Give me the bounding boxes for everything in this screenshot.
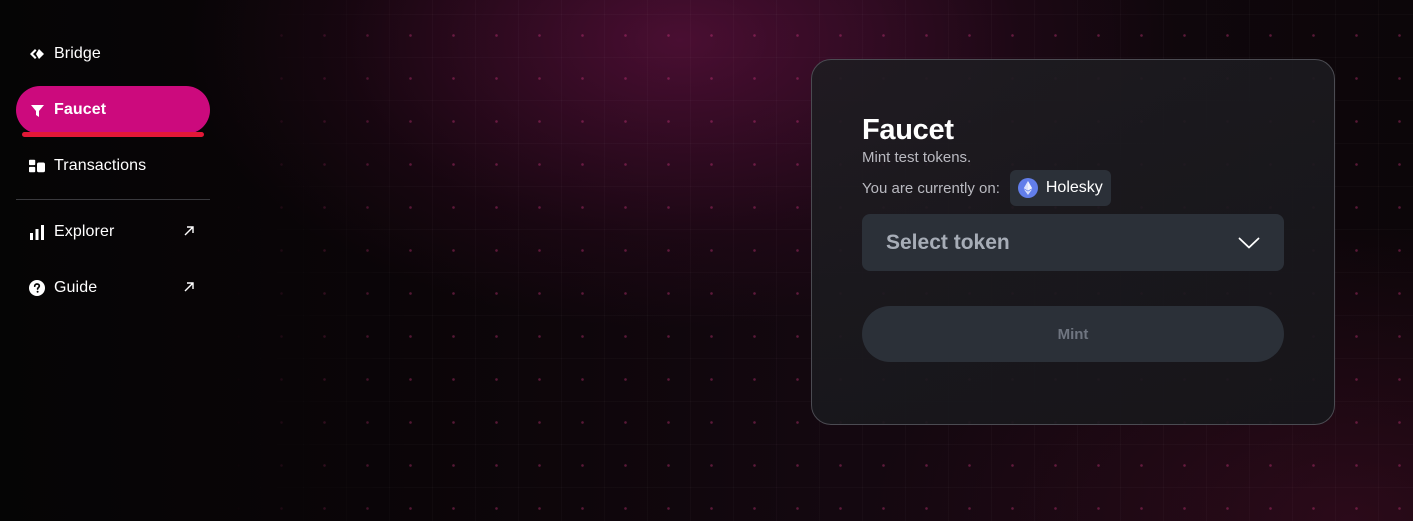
sidebar-divider — [16, 199, 210, 200]
token-select-placeholder: Select token — [886, 230, 1010, 254]
sidebar-item-label: Bridge — [54, 45, 101, 62]
sidebar-item-faucet[interactable]: Faucet — [16, 86, 210, 137]
page-title: Faucet — [862, 114, 954, 146]
transactions-icon — [29, 158, 45, 174]
sidebar-item-bridge[interactable]: Bridge — [16, 30, 210, 78]
external-link-icon — [183, 280, 195, 292]
sidebar-item-guide[interactable]: Guide — [16, 264, 210, 312]
sidebar-item-label: Explorer — [54, 223, 115, 240]
network-prefix: You are currently on: — [862, 179, 1000, 197]
network-name: Holesky — [1045, 179, 1103, 196]
sidebar-item-label: Guide — [54, 279, 98, 296]
sidebar-item-transactions[interactable]: Transactions — [16, 142, 210, 190]
mint-button[interactable]: Mint — [862, 306, 1284, 362]
sidebar-item-label: Faucet — [54, 101, 107, 118]
sidebar-item-label: Transactions — [54, 157, 147, 174]
external-link-icon — [183, 224, 195, 236]
chevron-down-icon — [1238, 231, 1260, 255]
faucet-subtitle: Mint test tokens. — [862, 149, 972, 166]
sidebar-item-explorer[interactable]: Explorer — [16, 208, 210, 256]
faucet-icon — [29, 102, 45, 118]
ethereum-icon — [1017, 178, 1038, 198]
sidebar-nav: Bridge Faucet Transactions Explorer Guid… — [16, 30, 210, 320]
question-circle-icon — [29, 280, 45, 296]
token-select[interactable]: Select token — [862, 214, 1284, 271]
network-badge: Holesky — [1009, 170, 1111, 206]
faucet-card: Faucet Mint test tokens. You are current… — [811, 59, 1335, 425]
bar-chart-icon — [29, 224, 45, 240]
network-row: You are currently on: Holesky — [862, 170, 1284, 206]
bridge-icon — [29, 46, 45, 62]
